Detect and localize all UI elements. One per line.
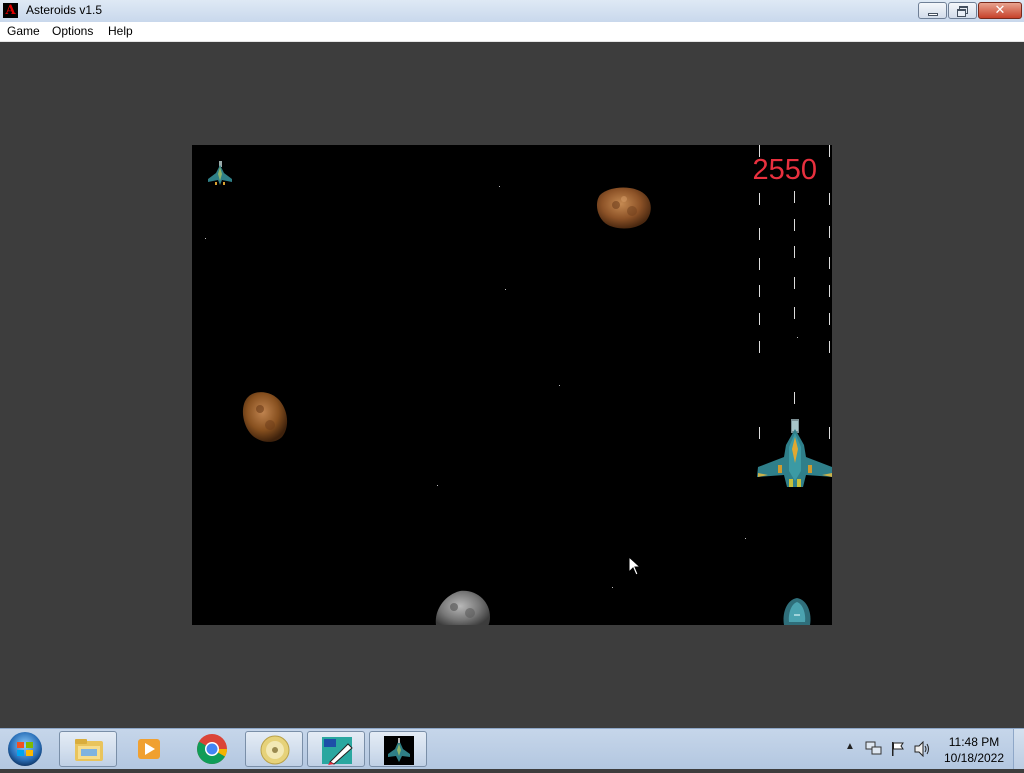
close-button[interactable]: ✕ bbox=[978, 2, 1022, 19]
start-button[interactable] bbox=[6, 731, 44, 767]
system-clock[interactable]: 11:48 PM 10/18/2022 bbox=[940, 734, 1008, 766]
paint-app-icon bbox=[322, 737, 353, 765]
show-hidden-icons-arrow[interactable]: ▲ bbox=[845, 741, 855, 752]
media-player-button[interactable] bbox=[120, 731, 178, 767]
lives-ship-icon bbox=[208, 161, 232, 185]
chrome-icon bbox=[197, 734, 227, 765]
star bbox=[437, 485, 438, 486]
dvd-icon bbox=[260, 735, 290, 765]
asteroid-medium-brown bbox=[242, 392, 288, 442]
score-display: 2550 bbox=[752, 154, 817, 186]
enemy-pod bbox=[783, 598, 811, 625]
network-icon[interactable] bbox=[865, 741, 883, 757]
menu-game[interactable]: Game bbox=[7, 24, 40, 38]
clock-time: 11:48 PM bbox=[948, 735, 1000, 749]
window-title: Asteroids v1.5 bbox=[26, 3, 103, 17]
star bbox=[505, 289, 506, 290]
chrome-button[interactable] bbox=[183, 731, 241, 767]
minimize-icon bbox=[928, 13, 938, 16]
asteroid-grey bbox=[435, 590, 490, 625]
show-desktop-button[interactable] bbox=[1013, 729, 1024, 769]
volume-icon[interactable] bbox=[913, 741, 931, 757]
minimize-button[interactable] bbox=[918, 2, 947, 19]
game-canvas[interactable]: 2550 bbox=[192, 145, 832, 625]
asteroid-large-brown bbox=[596, 187, 651, 229]
title-bar[interactable]: A Asteroids v1.5 ✕ bbox=[0, 0, 1024, 23]
clock-date: 10/18/2022 bbox=[943, 751, 1005, 765]
asteroids-game-button[interactable] bbox=[369, 731, 427, 767]
taskbar: ▲ 11:48 PM 10/18/2022 bbox=[0, 728, 1024, 769]
restore-button[interactable] bbox=[948, 2, 977, 19]
player-ship bbox=[757, 419, 832, 487]
asteroids-app-icon[interactable]: A bbox=[3, 3, 18, 18]
close-icon: ✕ bbox=[994, 2, 1006, 17]
media-player-icon bbox=[138, 739, 160, 759]
star bbox=[499, 186, 500, 187]
star bbox=[612, 587, 613, 588]
star bbox=[205, 238, 206, 239]
menu-help[interactable]: Help bbox=[108, 24, 133, 38]
dvd-button[interactable] bbox=[245, 731, 303, 767]
menu-options[interactable]: Options bbox=[52, 24, 93, 38]
action-center-flag-icon[interactable] bbox=[890, 741, 906, 757]
asteroids-game-icon bbox=[384, 736, 414, 765]
menu-bar: Game Options Help bbox=[0, 22, 1024, 42]
star bbox=[745, 538, 746, 539]
star bbox=[559, 385, 560, 386]
paint-app-button[interactable] bbox=[307, 731, 365, 767]
star bbox=[797, 337, 798, 338]
windows-explorer-button[interactable] bbox=[59, 731, 117, 767]
windows-explorer-icon bbox=[75, 739, 103, 761]
window-controls: ✕ bbox=[918, 2, 1022, 19]
mouse-cursor bbox=[628, 556, 642, 576]
